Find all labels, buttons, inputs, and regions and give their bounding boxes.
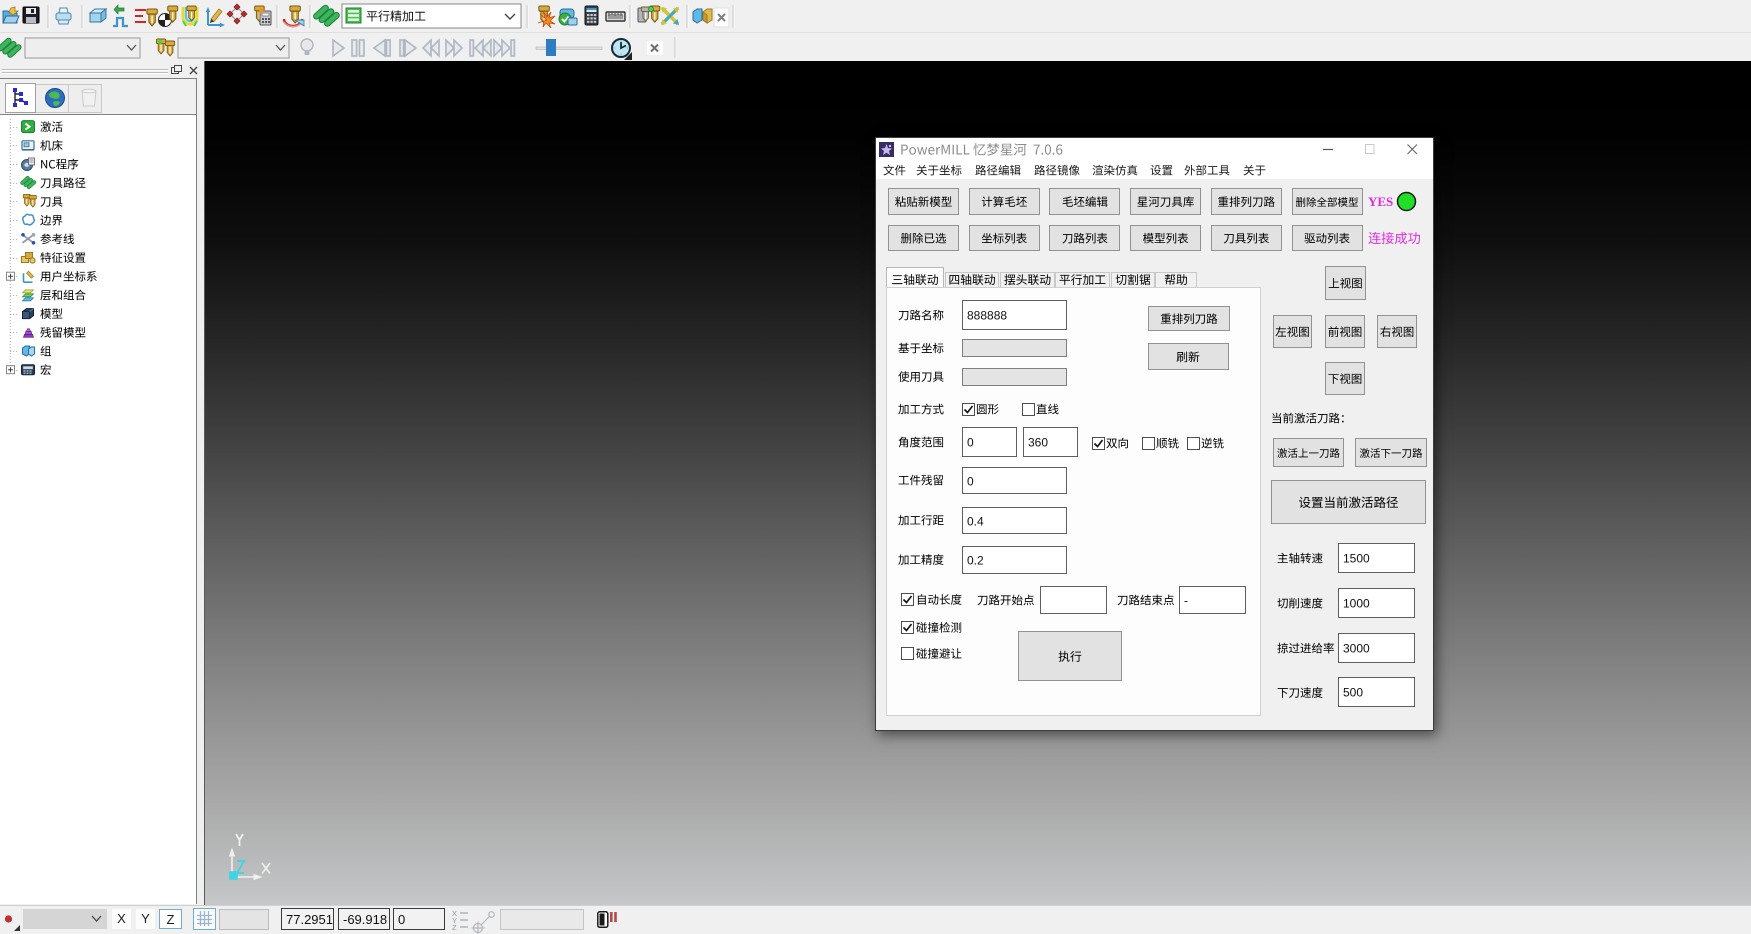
- svg-text:Z: Z: [452, 923, 457, 932]
